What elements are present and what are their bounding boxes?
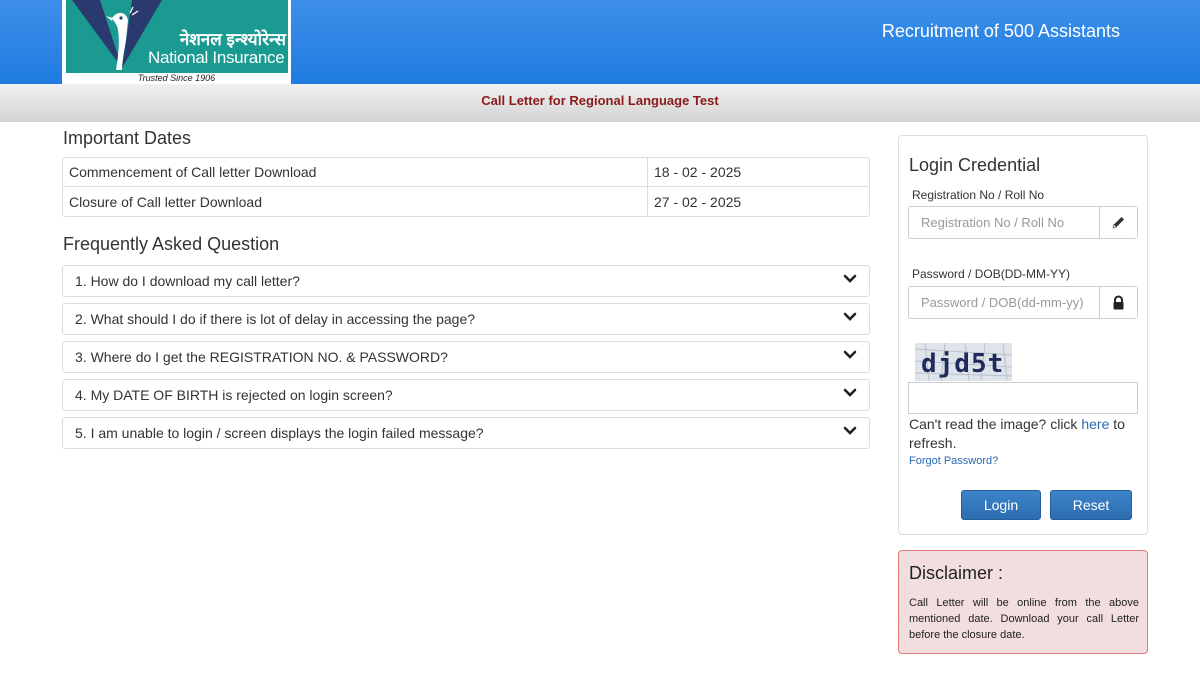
table-row: Closure of Call letter Download 27 - 02 … bbox=[63, 187, 869, 216]
table-row: Commencement of Call letter Download 18 … bbox=[63, 158, 869, 187]
faq-question: 5. I am unable to login / screen display… bbox=[75, 425, 484, 441]
chevron-down-icon bbox=[843, 274, 857, 283]
registration-input-group bbox=[908, 206, 1138, 239]
national-insurance-logo[interactable]: नेशनल इन्श्योरेन्स National Insurance Tr… bbox=[62, 0, 291, 84]
top-header: नेशनल इन्श्योरेन्स National Insurance Tr… bbox=[0, 0, 1200, 84]
captcha-noise: djd5t bbox=[914, 342, 1013, 382]
registration-addon bbox=[1099, 207, 1137, 238]
chevron-down-icon bbox=[843, 312, 857, 321]
login-panel: Login Credential Registration No / Roll … bbox=[898, 135, 1148, 535]
page-subtitle: Call Letter for Regional Language Test bbox=[481, 93, 719, 108]
date-label: Closure of Call letter Download bbox=[69, 193, 262, 210]
logo-english-text: National Insurance bbox=[148, 48, 285, 67]
subtitle-bar: Call Letter for Regional Language Test bbox=[0, 84, 1200, 122]
disclaimer-title: Disclaimer : bbox=[909, 563, 1004, 583]
chevron-down-icon bbox=[843, 388, 857, 397]
registration-label: Registration No / Roll No bbox=[912, 188, 1045, 202]
faq-title: Frequently Asked Question bbox=[63, 234, 280, 254]
main-content: Important Dates Commencement of Call let… bbox=[62, 128, 870, 455]
faq-question: 4. My DATE OF BIRTH is rejected on login… bbox=[75, 387, 393, 403]
registration-input[interactable] bbox=[909, 207, 1101, 238]
captcha-input[interactable] bbox=[908, 382, 1138, 414]
logo-tagline: Trusted Since 1906 bbox=[137, 73, 216, 83]
faq-question: 1. How do I download my call letter? bbox=[75, 273, 300, 289]
pencil-icon bbox=[1112, 217, 1124, 229]
reset-button[interactable]: Reset bbox=[1050, 490, 1132, 520]
date-label: Commencement of Call letter Download bbox=[63, 158, 647, 187]
password-addon bbox=[1099, 287, 1137, 318]
captcha-refresh-text: Can't read the image? click here to refr… bbox=[909, 415, 1141, 453]
captcha-refresh-link[interactable]: here bbox=[1081, 416, 1109, 432]
chevron-down-icon bbox=[843, 350, 857, 359]
faq-item-5[interactable]: 5. I am unable to login / screen display… bbox=[62, 417, 870, 449]
forgot-password-link[interactable]: Forgot Password? bbox=[909, 455, 998, 467]
faq-question: 3. Where do I get the REGISTRATION NO. &… bbox=[75, 349, 448, 365]
page-title: Recruitment of 500 Assistants bbox=[881, 21, 1120, 41]
password-input[interactable] bbox=[909, 287, 1101, 318]
faq-item-3[interactable]: 3. Where do I get the REGISTRATION NO. &… bbox=[62, 341, 870, 373]
date-value: 27 - 02 - 2025 bbox=[647, 187, 869, 216]
login-title: Login Credential bbox=[909, 155, 1041, 175]
chevron-down-icon bbox=[843, 426, 857, 435]
faq-question: 2. What should I do if there is lot of d… bbox=[75, 311, 476, 327]
password-label: Password / DOB(DD-MM-YY) bbox=[912, 267, 1071, 281]
captcha-text: djd5t bbox=[921, 349, 1004, 379]
disclaimer-box: Disclaimer : Call Letter will be online … bbox=[898, 550, 1148, 654]
date-value: 18 - 02 - 2025 bbox=[647, 158, 869, 187]
faq-item-2[interactable]: 2. What should I do if there is lot of d… bbox=[62, 303, 870, 335]
captcha-image: djd5t bbox=[914, 342, 1013, 382]
faq-item-4[interactable]: 4. My DATE OF BIRTH is rejected on login… bbox=[62, 379, 870, 411]
important-dates-title: Important Dates bbox=[63, 128, 192, 148]
logo-hindi-text: नेशनल इन्श्योरेन्स bbox=[179, 30, 286, 49]
password-input-group bbox=[908, 286, 1138, 319]
important-dates-table: Commencement of Call letter Download 18 … bbox=[62, 157, 870, 217]
login-button[interactable]: Login bbox=[961, 490, 1041, 520]
refresh-prefix: Can't read the image? click bbox=[909, 416, 1078, 432]
faq-item-1[interactable]: 1. How do I download my call letter? bbox=[62, 265, 870, 297]
lock-icon bbox=[1113, 295, 1124, 310]
disclaimer-text: Call Letter will be online from the abov… bbox=[909, 597, 1139, 641]
